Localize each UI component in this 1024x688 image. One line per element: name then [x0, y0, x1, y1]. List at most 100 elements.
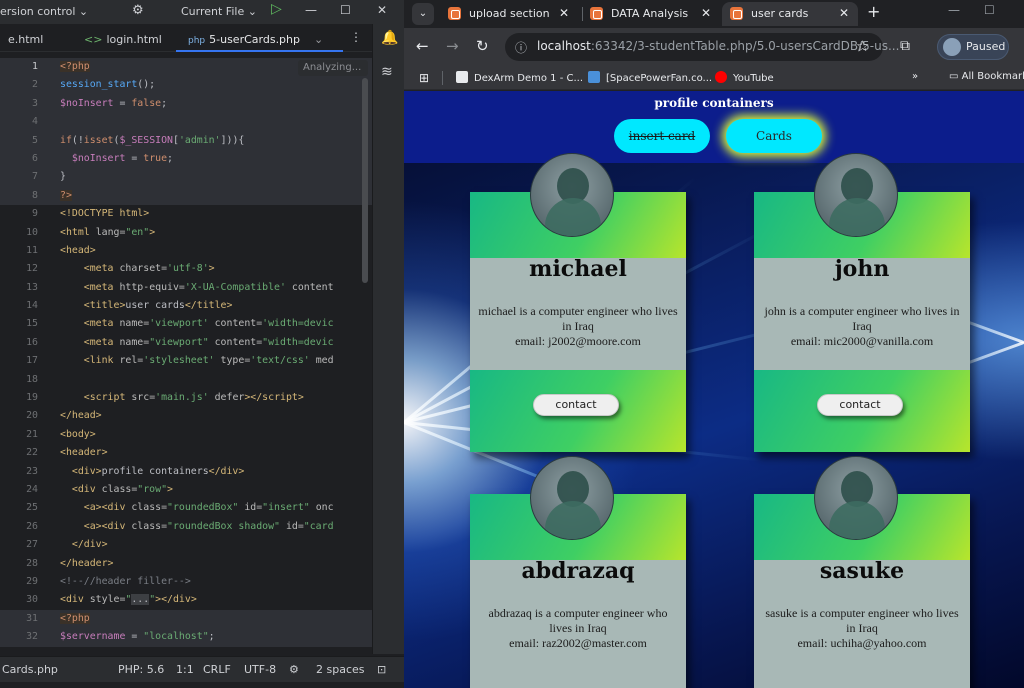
- browser-tab-bar: ⌄ upload section ✕ DATA Analysis ✕ user …: [404, 0, 1024, 28]
- user-email: email: mic2000@vanilla.com: [790, 334, 934, 348]
- code-line: 2 session_start();: [0, 76, 372, 95]
- extensions-icon[interactable]: ⧉: [900, 38, 910, 54]
- editor-scrollbar[interactable]: [362, 78, 368, 283]
- status-cursor-position[interactable]: 1:1: [176, 663, 194, 676]
- code-line: 4: [0, 113, 372, 132]
- status-file-name[interactable]: Cards.php: [2, 663, 58, 676]
- star-icon[interactable]: ☆: [856, 37, 869, 55]
- tab-search-icon[interactable]: ⌄: [412, 3, 434, 25]
- browser-tab-upload-section[interactable]: upload section ✕: [440, 2, 580, 26]
- right-tool-strip: 🔔 ≋: [372, 24, 404, 654]
- close-tab-icon[interactable]: ✕: [839, 6, 849, 20]
- lock-icon[interactable]: ⊡: [377, 663, 386, 676]
- contact-button[interactable]: contact: [817, 394, 903, 416]
- browser-tab-data-analysis[interactable]: DATA Analysis ✕: [582, 2, 722, 26]
- html-file-icon: <>: [84, 33, 103, 46]
- close-tab-icon[interactable]: ⌄: [314, 33, 323, 46]
- avatar: [530, 456, 614, 540]
- page-header: profile containers insert card Cards: [404, 91, 1024, 163]
- tab-title: upload section: [469, 7, 550, 20]
- close-tab-icon[interactable]: ✕: [701, 6, 711, 20]
- user-bio: john is a computer engineer who lives in…: [764, 304, 960, 333]
- contact-button[interactable]: contact: [533, 394, 619, 416]
- code-editor[interactable]: 1 <?php 2 session_start(); 3 $noInsert = fa…: [0, 58, 372, 647]
- minimize-icon[interactable]: —: [948, 3, 960, 17]
- cards-button[interactable]: Cards: [726, 119, 822, 153]
- code-line: 30 <div style="..."></div>: [26, 594, 197, 606]
- code-line: 29 <!--//header filler-->: [26, 575, 191, 587]
- version-control-menu[interactable]: ersion control ⌄: [0, 5, 88, 18]
- run-icon[interactable]: ▷: [271, 1, 282, 17]
- code-line: 21 <body>: [26, 428, 96, 440]
- browser-tab-user-cards[interactable]: user cards ✕: [722, 2, 858, 26]
- user-email: email: j2002@moore.com: [515, 334, 641, 348]
- code-line: 28 </header>: [26, 557, 114, 569]
- notifications-icon[interactable]: 🔔: [381, 30, 398, 46]
- ide-status-bar: Cards.php PHP: 5.6 1:1 CRLF UTF-8 ⚙ 2 sp…: [0, 656, 404, 682]
- code-line: 23 <div>profile containers</div>: [26, 465, 245, 477]
- user-description: abdrazaq is a computer engineer who live…: [476, 606, 680, 651]
- user-description: michael is a computer engineer who lives…: [476, 304, 680, 349]
- site-favicon: [448, 7, 461, 20]
- youtube-icon: [715, 71, 727, 83]
- maximize-icon[interactable]: ☐: [984, 3, 995, 17]
- tab-title: DATA Analysis: [611, 7, 689, 20]
- reload-icon[interactable]: ↻: [476, 37, 489, 55]
- code-line: 19 <script src='main.js' defer></script>: [26, 392, 304, 404]
- gear-icon[interactable]: ⚙: [132, 3, 144, 18]
- code-line: 6 $noInsert = true;: [0, 149, 372, 169]
- user-name: john: [834, 256, 890, 282]
- run-config-selector[interactable]: Current File ⌄: [181, 5, 257, 18]
- avatar: [814, 153, 898, 237]
- browser-window: ⌄ upload section ✕ DATA Analysis ✕ user …: [404, 0, 1024, 688]
- bookmark-youtube[interactable]: YouTube: [715, 71, 774, 84]
- user-name: sasuke: [819, 558, 905, 584]
- maximize-icon[interactable]: ☐: [340, 3, 351, 17]
- run-config-label: Current File: [181, 5, 245, 18]
- minimize-icon[interactable]: —: [305, 3, 317, 17]
- ide-window: ersion control ⌄ ⚙ Current File ⌄ ▷ — ☐ …: [0, 0, 404, 688]
- back-icon[interactable]: ←: [416, 37, 429, 55]
- bookmarks-overflow-icon[interactable]: »: [912, 71, 918, 82]
- tab-login-html[interactable]: <> login.html: [84, 33, 162, 46]
- database-icon[interactable]: ≋: [381, 64, 393, 80]
- tab-label: login.html: [106, 33, 162, 46]
- address-bar[interactable]: ⓘ localhost:63342/3-studentTable.php/5.0…: [505, 33, 899, 61]
- apps-grid-icon[interactable]: ⊞: [419, 71, 429, 85]
- code-line: 5 if(!isset($_SESSION['admin'])){: [0, 131, 372, 150]
- close-icon[interactable]: ✕: [377, 3, 387, 17]
- page-viewport: profile containers insert card Cards mic…: [404, 91, 1024, 688]
- status-line-ending[interactable]: CRLF: [203, 663, 231, 676]
- code-line: 13 <meta http-equiv='X-UA-Compatible' co…: [26, 281, 334, 293]
- settings-icon[interactable]: ⚙: [289, 663, 299, 676]
- url-host: localhost: [537, 39, 591, 53]
- status-encoding[interactable]: UTF-8: [244, 663, 276, 676]
- bookmark-folder-all[interactable]: ▭ All Bookmarks: [949, 71, 1024, 82]
- insert-card-button[interactable]: insert card: [614, 119, 710, 153]
- code-line: 16 <meta name="viewport" content="width=…: [26, 336, 334, 348]
- site-favicon: [730, 7, 743, 20]
- tab-e-html[interactable]: e.html: [8, 33, 43, 46]
- close-tab-icon[interactable]: ✕: [559, 6, 569, 20]
- code-line: 31 <?php: [0, 609, 372, 629]
- forward-icon[interactable]: →: [446, 37, 459, 55]
- new-tab-icon[interactable]: +: [867, 2, 880, 21]
- bookmark-dexarm[interactable]: DexArm Demo 1 - C...: [456, 71, 583, 84]
- user-bio: sasuke is a computer engineer who lives …: [765, 606, 959, 635]
- bookmark-spacepowerfan[interactable]: [SpacePowerFan.co...: [588, 71, 712, 84]
- code-line: 14 <title>user cards</title>: [26, 300, 233, 312]
- profile-button[interactable]: Paused: [937, 34, 1009, 60]
- status-php-version[interactable]: PHP: 5.6: [118, 663, 164, 676]
- user-description: john is a computer engineer who lives in…: [760, 304, 964, 349]
- status-indent[interactable]: 2 spaces: [316, 663, 365, 676]
- tab-5-usercards-php[interactable]: php 5-userCards.php ⌄: [175, 33, 344, 52]
- site-info-icon[interactable]: ⓘ: [515, 39, 527, 56]
- user-email: email: uchiha@yahoo.com: [797, 636, 927, 650]
- url-path: :63342/3-studentTable.php/5.0-usersCardD…: [590, 39, 900, 53]
- code-line: 12 <meta charset='utf-8'>: [26, 263, 215, 275]
- avatar: [530, 153, 614, 237]
- chevron-down-icon: ⌄: [247, 5, 257, 18]
- code-line: 26 <a><div class="roundedBox shadow" id=…: [26, 520, 334, 532]
- site-favicon: [590, 7, 603, 20]
- more-tabs-icon[interactable]: ⋮: [350, 30, 362, 44]
